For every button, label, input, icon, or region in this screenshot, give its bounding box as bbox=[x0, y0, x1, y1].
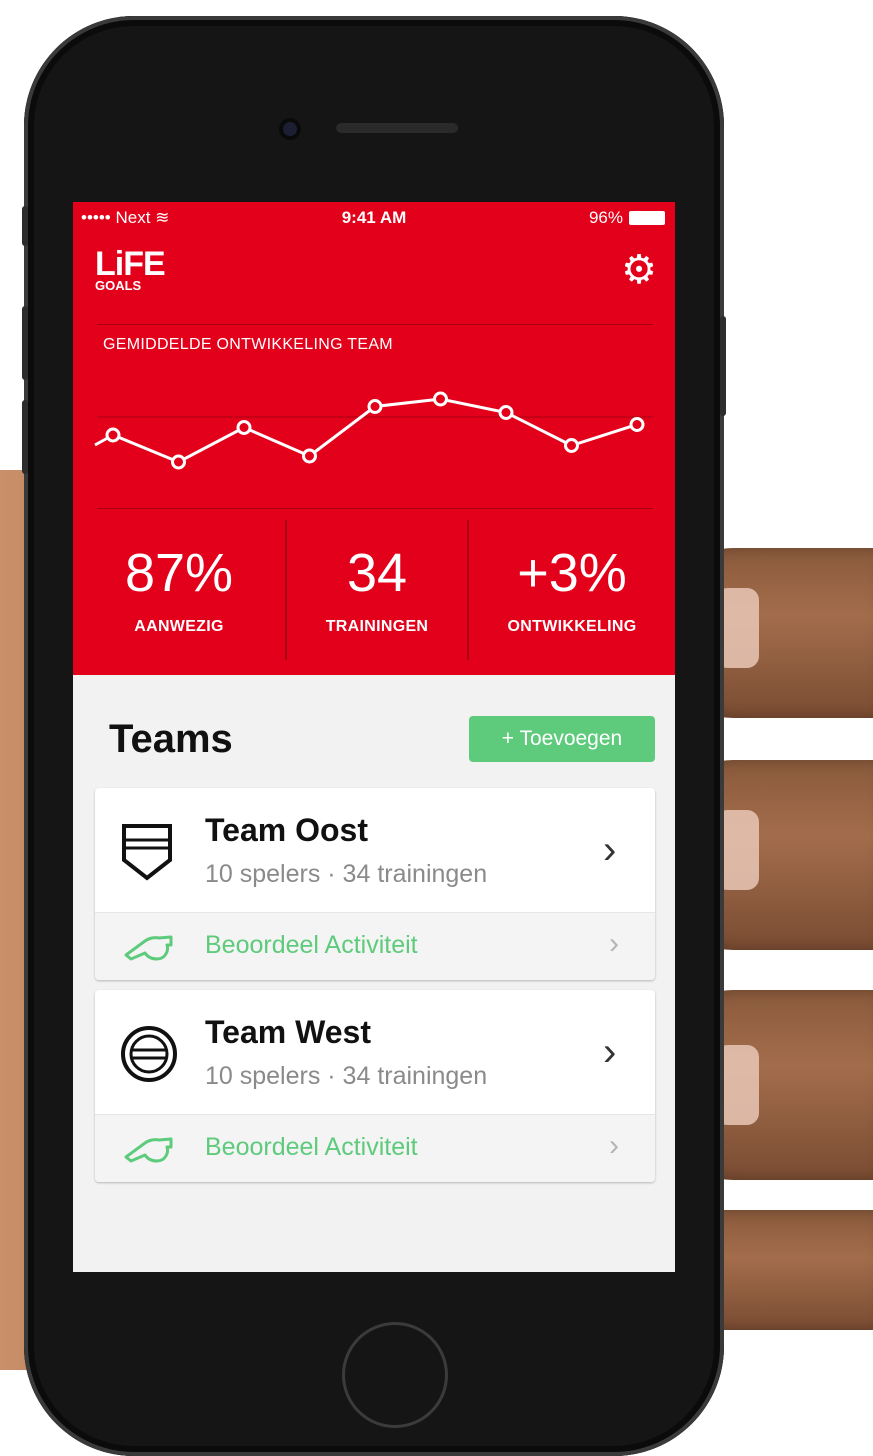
battery-icon bbox=[629, 211, 665, 225]
stat-value: 34 bbox=[346, 543, 408, 603]
teams-heading: Teams bbox=[109, 717, 233, 761]
chevron-right-icon: › bbox=[609, 1129, 619, 1162]
stat-label: TRAININGEN bbox=[325, 618, 429, 635]
stat-value: +3% bbox=[517, 543, 627, 603]
stat-attendance: 87% AANWEZIG bbox=[73, 520, 285, 660]
chart-point-7 bbox=[498, 405, 514, 420]
battery-status: 96% bbox=[589, 208, 665, 228]
stats-row: 87% AANWEZIG 34 TRAININGEN +3% ONTWIKKEL… bbox=[73, 520, 675, 660]
stat-value: 87% bbox=[124, 543, 234, 603]
app-logo: LiFE GOALS bbox=[95, 245, 166, 293]
chevron-right-icon: › bbox=[609, 927, 619, 960]
add-team-button[interactable]: + Toevoegen bbox=[469, 716, 655, 762]
home-button[interactable] bbox=[342, 1322, 448, 1428]
team-card: Team West 10 spelers · 34 trainingen › B… bbox=[95, 990, 655, 1182]
whistle-icon bbox=[124, 935, 173, 961]
status-bar: ••••• Next ≋ 9:41 AM 96% bbox=[73, 208, 675, 230]
header-panel: ••••• Next ≋ 9:41 AM 96% LiFE GOALS ⚙ GE… bbox=[73, 202, 675, 675]
camera bbox=[279, 118, 301, 140]
gear-icon[interactable]: ⚙ bbox=[621, 250, 657, 290]
chevron-right-icon: › bbox=[603, 1030, 617, 1074]
stat-trainings: 34 TRAININGEN bbox=[287, 520, 467, 660]
team-name: Team Oost bbox=[205, 812, 368, 848]
ball-icon bbox=[121, 1026, 177, 1082]
chart-point-5 bbox=[367, 399, 383, 414]
team-row[interactable]: Team Oost 10 spelers · 34 trainingen › bbox=[95, 788, 655, 912]
whistle-icon bbox=[124, 1137, 173, 1163]
stat-development: +3% ONTWIKKELING bbox=[469, 520, 675, 660]
chart-point-4 bbox=[302, 448, 317, 464]
team-meta: 10 spelers · 34 trainingen bbox=[205, 1062, 488, 1090]
development-chart bbox=[94, 391, 653, 470]
rate-activity-row[interactable]: Beoordeel Activiteit › bbox=[95, 1114, 655, 1182]
shield-icon bbox=[122, 824, 172, 881]
chart-point-8 bbox=[564, 438, 579, 453]
chart-title: GEMIDDELDE ONTWIKKELING TEAM bbox=[103, 336, 393, 353]
clock: 9:41 AM bbox=[341, 208, 407, 227]
speaker bbox=[336, 123, 458, 133]
rate-activity-label: Beoordeel Activiteit bbox=[205, 1133, 418, 1161]
rate-activity-row[interactable]: Beoordeel Activiteit › bbox=[95, 912, 655, 980]
rate-activity-label: Beoordeel Activiteit bbox=[205, 931, 418, 959]
chevron-right-icon: › bbox=[603, 828, 617, 872]
team-meta: 10 spelers · 34 trainingen bbox=[205, 860, 488, 888]
chart-point-3 bbox=[236, 420, 252, 435]
team-name: Team West bbox=[205, 1014, 371, 1050]
chart-point-2 bbox=[171, 454, 186, 470]
app-screen: ••••• Next ≋ 9:41 AM 96% LiFE GOALS ⚙ GE… bbox=[73, 202, 675, 1272]
team-row[interactable]: Team West 10 spelers · 34 trainingen › bbox=[95, 990, 655, 1114]
chart-point-1 bbox=[105, 427, 121, 443]
stat-label: ONTWIKKELING bbox=[507, 618, 637, 635]
team-card: Team Oost 10 spelers · 34 trainingen › B… bbox=[95, 788, 655, 980]
chart-point-9 bbox=[629, 417, 645, 432]
chart-point-6 bbox=[433, 391, 448, 407]
stat-label: AANWEZIG bbox=[134, 618, 224, 635]
